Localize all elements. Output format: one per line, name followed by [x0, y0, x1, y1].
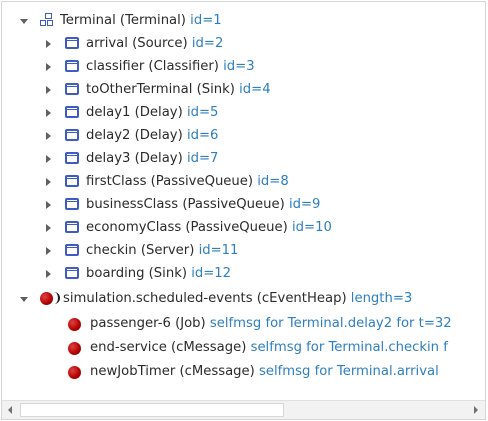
- tree-item-info: id=4: [239, 82, 271, 97]
- tree-row-event-passenger-6[interactable]: passenger-6 (Job) selfmsg for Terminal.d…: [2, 313, 485, 335]
- tree-item-info: id=1: [190, 13, 222, 28]
- tree-label: passenger-6 (Job) selfmsg for Terminal.d…: [90, 313, 452, 335]
- tree-item-info: selfmsg for Terminal.checkin f: [250, 340, 448, 355]
- tree-item-info: length=3: [350, 291, 413, 306]
- tree-item-text: newJobTimer (cMessage): [90, 364, 255, 379]
- horizontal-scrollbar[interactable]: [2, 400, 485, 419]
- tree-item-info: id=11: [198, 243, 239, 258]
- tree-item-info: id=5: [186, 105, 219, 120]
- tree-row-boarding[interactable]: boarding (Sink) id=12: [2, 263, 485, 285]
- chevron-right-icon: [46, 201, 51, 209]
- tree-row-economyclass[interactable]: economyClass (PassiveQueue) id=10: [2, 217, 485, 239]
- tree-row-classifier[interactable]: classifier (Classifier) id=3: [2, 56, 485, 78]
- tree-item-info: id=9: [288, 197, 321, 212]
- scroll-left-icon[interactable]: [4, 403, 18, 417]
- chevron-right-icon: [46, 132, 51, 140]
- tree-item-info: id=2: [191, 36, 224, 51]
- tree-item-info: selfmsg for Terminal.arrival: [259, 364, 439, 379]
- scrollbar-thumb[interactable]: [20, 403, 284, 417]
- tree-label: economyClass (PassiveQueue) id=10: [86, 217, 332, 239]
- expand-toggle[interactable]: [43, 79, 55, 101]
- tree-item-info: id=7: [186, 151, 219, 166]
- tree-label: delay1 (Delay) id=5: [86, 102, 218, 124]
- chevron-down-icon: [20, 19, 28, 24]
- expand-toggle[interactable]: [43, 240, 55, 262]
- tree-item-text: arrival (Source): [86, 36, 188, 51]
- tree-label: checkin (Server) id=11: [86, 240, 238, 262]
- tree-row-firstclass[interactable]: firstClass (PassiveQueue) id=8: [2, 171, 485, 193]
- tree-item-text: delay2 (Delay): [86, 128, 183, 143]
- tree-row-delay2[interactable]: delay2 (Delay) id=6: [2, 125, 485, 147]
- tree-row-event-end-service[interactable]: end-service (cMessage) selfmsg for Termi…: [2, 337, 485, 359]
- tree-item-text: economyClass (PassiveQueue): [86, 220, 288, 235]
- tree-item-text: classifier (Classifier): [86, 59, 219, 74]
- tree-row-businessclass[interactable]: businessClass (PassiveQueue) id=9: [2, 194, 485, 216]
- tree-row-arrival[interactable]: arrival (Source) id=2: [2, 33, 485, 55]
- tree-row-event-newjobtimer[interactable]: newJobTimer (cMessage) selfmsg for Termi…: [2, 361, 485, 383]
- collapse-toggle-heap[interactable]: [19, 288, 31, 310]
- expand-toggle[interactable]: [43, 33, 55, 55]
- tree-item-text: toOtherTerminal (Sink): [86, 82, 235, 97]
- tree-label: toOtherTerminal (Sink) id=4: [86, 79, 271, 101]
- tree-row-terminal[interactable]: Terminal (Terminal) id=1: [2, 10, 485, 32]
- tree-label: delay3 (Delay) id=7: [86, 148, 218, 170]
- tree-item-text: boarding (Sink): [86, 266, 187, 281]
- chevron-right-icon: [46, 155, 51, 163]
- expand-toggle[interactable]: [43, 148, 55, 170]
- tree-item-text: checkin (Server): [86, 243, 195, 258]
- tree-label: classifier (Classifier) id=3: [86, 56, 255, 78]
- tree-item-info: selfmsg for Terminal.delay2 for t=32: [209, 316, 452, 331]
- tree-row-scheduled-events[interactable]: simulation.scheduled-events (cEventHeap)…: [2, 288, 485, 310]
- object-tree[interactable]: Terminal (Terminal) id=1 arrival (Source…: [2, 2, 485, 400]
- tree-item-info: id=6: [186, 128, 219, 143]
- tree-row-checkin[interactable]: checkin (Server) id=11: [2, 240, 485, 262]
- tree-label: end-service (cMessage) selfmsg for Termi…: [90, 337, 448, 359]
- expand-toggle[interactable]: [43, 56, 55, 78]
- chevron-right-icon: [46, 109, 51, 117]
- tree-frame: Terminal (Terminal) id=1 arrival (Source…: [1, 1, 486, 420]
- expand-toggle[interactable]: [43, 194, 55, 216]
- tree-label: firstClass (PassiveQueue) id=8: [86, 171, 289, 193]
- tree-row-tootherterminal[interactable]: toOtherTerminal (Sink) id=4: [2, 79, 485, 101]
- chevron-right-icon: [46, 224, 51, 232]
- expand-toggle[interactable]: [43, 125, 55, 147]
- tree-label: boarding (Sink) id=12: [86, 263, 231, 285]
- tree-label: arrival (Source) id=2: [86, 33, 223, 55]
- chevron-down-icon: [20, 297, 28, 302]
- chevron-right-icon: [46, 86, 51, 94]
- expand-toggle[interactable]: [43, 263, 55, 285]
- tree-item-text: end-service (cMessage): [90, 340, 247, 355]
- tree-item-info: id=3: [223, 59, 255, 74]
- tree-item-text: firstClass (PassiveQueue): [86, 174, 254, 189]
- expand-toggle[interactable]: [43, 171, 55, 193]
- tree-item-info: id=12: [191, 266, 232, 281]
- tree-item-text: Terminal (Terminal): [60, 13, 186, 28]
- expand-toggle[interactable]: [43, 102, 55, 124]
- tree-row-delay3[interactable]: delay3 (Delay) id=7: [2, 148, 485, 170]
- chevron-right-icon: [46, 178, 51, 186]
- object-inspector-panel: Terminal (Terminal) id=1 arrival (Source…: [0, 0, 488, 421]
- chevron-right-icon: [46, 247, 51, 255]
- expand-toggle[interactable]: [43, 217, 55, 239]
- tree-label-heap: simulation.scheduled-events (cEventHeap)…: [63, 288, 412, 310]
- tree-item-text: delay3 (Delay): [86, 151, 183, 166]
- tree-item-text: simulation.scheduled-events (cEventHeap): [63, 291, 347, 306]
- chevron-right-icon: [46, 40, 51, 48]
- collapse-toggle-terminal[interactable]: [19, 10, 31, 32]
- tree-label: delay2 (Delay) id=6: [86, 125, 218, 147]
- tree-label-terminal: Terminal (Terminal) id=1: [60, 10, 222, 32]
- tree-item-info: id=8: [257, 174, 289, 189]
- tree-label: businessClass (PassiveQueue) id=9: [86, 194, 320, 216]
- tree-item-text: delay1 (Delay): [86, 105, 183, 120]
- chevron-right-icon: [46, 63, 51, 71]
- tree-label: newJobTimer (cMessage) selfmsg for Termi…: [90, 361, 439, 383]
- tree-item-info: id=10: [291, 220, 332, 235]
- tree-item-text: businessClass (PassiveQueue): [86, 197, 285, 212]
- chevron-right-icon: [46, 270, 51, 278]
- tree-row-delay1[interactable]: delay1 (Delay) id=5: [2, 102, 485, 124]
- tree-item-text: passenger-6 (Job): [90, 316, 206, 331]
- scroll-right-icon[interactable]: [469, 403, 483, 417]
